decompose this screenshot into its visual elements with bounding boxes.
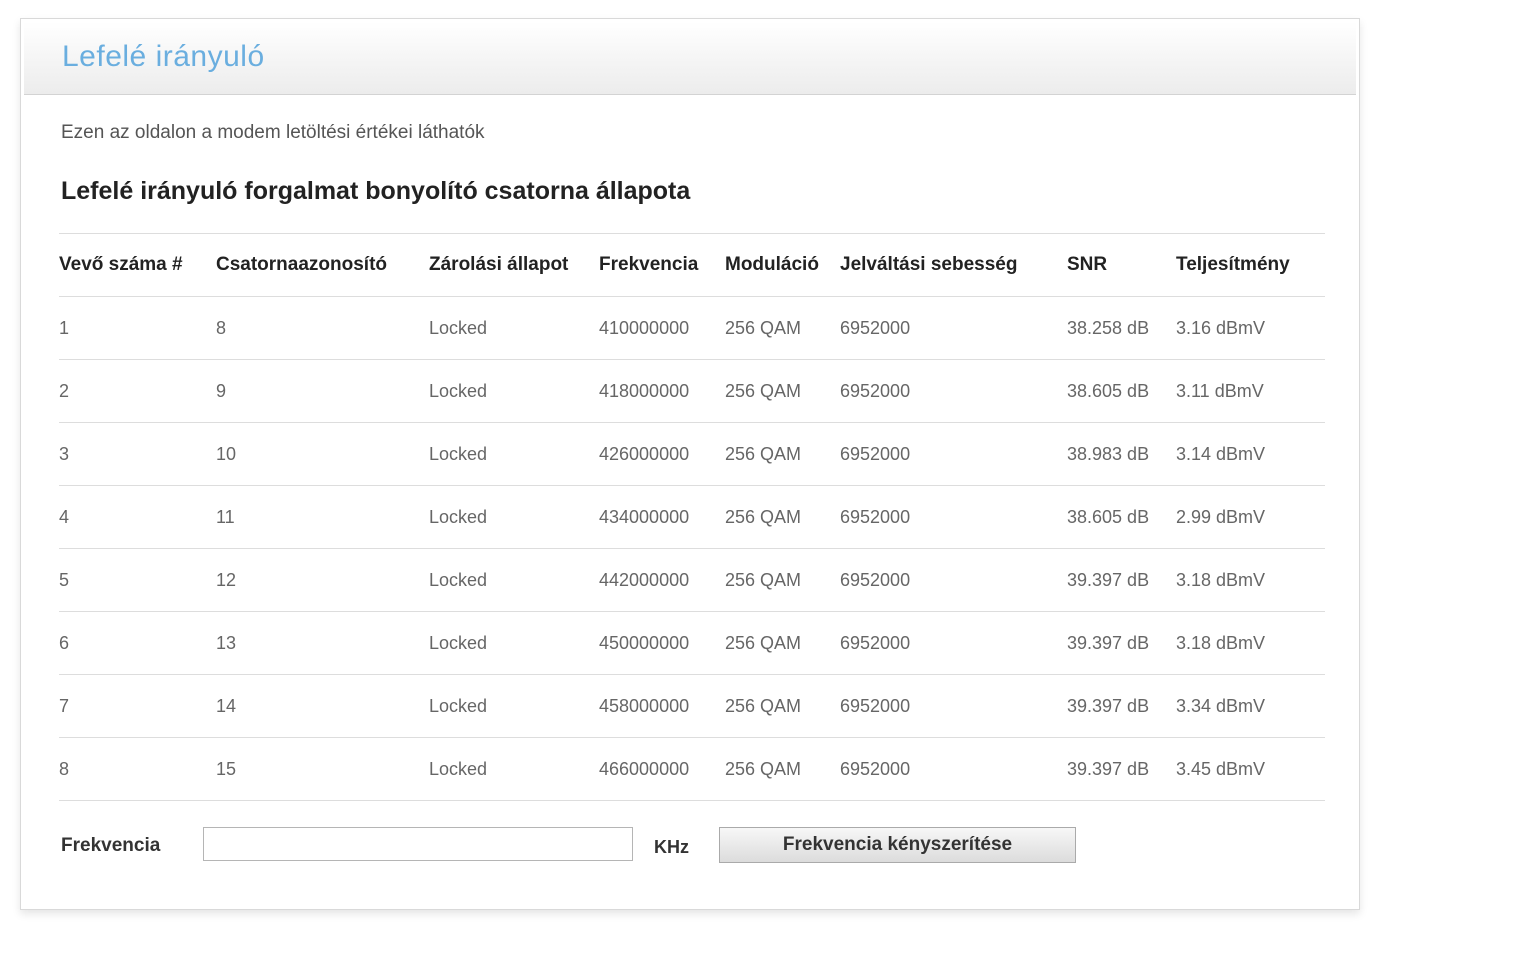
cell-snr: 38.605 dB xyxy=(1067,507,1150,527)
cell-symbol-rate: 6952000 xyxy=(840,318,911,338)
cell-frequency: 466000000 xyxy=(599,759,690,779)
cell-receiver-number: 7 xyxy=(59,696,70,716)
cell-frequency: 450000000 xyxy=(599,633,690,653)
table-row: 3 10 Locked 426000000 256 QAM 6952000 38… xyxy=(59,422,1325,485)
cell-receiver-number: 1 xyxy=(59,318,70,338)
table-row: 7 14 Locked 458000000 256 QAM 6952000 39… xyxy=(59,674,1325,737)
cell-symbol-rate: 6952000 xyxy=(840,633,911,653)
table-row: 4 11 Locked 434000000 256 QAM 6952000 38… xyxy=(59,485,1325,548)
cell-power: 3.18 dBmV xyxy=(1176,570,1266,590)
cell-receiver-number: 5 xyxy=(59,570,70,590)
cell-lock-status: Locked xyxy=(429,381,488,401)
cell-symbol-rate: 6952000 xyxy=(840,444,911,464)
cell-channel-id: 11 xyxy=(216,507,235,527)
cell-symbol-rate: 6952000 xyxy=(840,570,911,590)
frequency-unit-label: KHz xyxy=(654,837,689,857)
cell-modulation: 256 QAM xyxy=(725,318,802,338)
cell-symbol-rate: 6952000 xyxy=(840,759,911,779)
cell-snr: 39.397 dB xyxy=(1067,570,1150,590)
cell-power: 3.34 dBmV xyxy=(1176,696,1266,716)
header-frequency: Frekvencia xyxy=(599,254,699,275)
cell-frequency: 410000000 xyxy=(599,318,690,338)
cell-modulation: 256 QAM xyxy=(725,633,802,653)
cell-lock-status: Locked xyxy=(429,507,488,527)
cell-channel-id: 15 xyxy=(216,759,237,779)
cell-snr: 38.605 dB xyxy=(1067,381,1150,401)
header-snr: SNR xyxy=(1067,254,1108,275)
cell-channel-id: 12 xyxy=(216,570,237,590)
cell-snr: 39.397 dB xyxy=(1067,696,1150,716)
table-row: 1 8 Locked 410000000 256 QAM 6952000 38.… xyxy=(59,296,1325,359)
page-description: Ezen az oldalon a modem letöltési értéke… xyxy=(61,122,485,143)
cell-channel-id: 9 xyxy=(216,381,227,401)
force-frequency-form: Frekvencia KHz Frekvencia kényszerítése xyxy=(61,827,1161,867)
cell-modulation: 256 QAM xyxy=(725,381,802,401)
cell-frequency: 442000000 xyxy=(599,570,690,590)
header-power: Teljesítmény xyxy=(1176,254,1290,275)
cell-power: 3.45 dBmV xyxy=(1176,759,1266,779)
cell-lock-status: Locked xyxy=(429,759,488,779)
downstream-panel: Lefelé irányuló Ezen az oldalon a modem … xyxy=(20,18,1360,910)
panel-title: Lefelé irányuló xyxy=(62,40,265,73)
panel-header: Lefelé irányuló xyxy=(24,22,1356,95)
cell-lock-status: Locked xyxy=(429,570,488,590)
cell-receiver-number: 8 xyxy=(59,759,70,779)
cell-snr: 39.397 dB xyxy=(1067,633,1150,653)
channel-status-table: Vevő száma # Csatornaazonosító Zárolási … xyxy=(59,233,1325,801)
header-symbol-rate: Jelváltási sebesség xyxy=(840,254,1018,275)
cell-frequency: 426000000 xyxy=(599,444,690,464)
force-frequency-button[interactable]: Frekvencia kényszerítése xyxy=(719,827,1076,863)
table-row: 2 9 Locked 418000000 256 QAM 6952000 38.… xyxy=(59,359,1325,422)
cell-receiver-number: 4 xyxy=(59,507,70,527)
header-modulation: Moduláció xyxy=(725,254,819,275)
cell-snr: 38.983 dB xyxy=(1067,444,1150,464)
cell-snr: 39.397 dB xyxy=(1067,759,1150,779)
cell-symbol-rate: 6952000 xyxy=(840,507,911,527)
table-row: 6 13 Locked 450000000 256 QAM 6952000 39… xyxy=(59,611,1325,674)
cell-receiver-number: 2 xyxy=(59,381,70,401)
cell-channel-id: 13 xyxy=(216,633,237,653)
cell-channel-id: 14 xyxy=(216,696,237,716)
cell-symbol-rate: 6952000 xyxy=(840,696,911,716)
cell-power: 3.11 dBmV xyxy=(1176,381,1264,401)
table-row: 5 12 Locked 442000000 256 QAM 6952000 39… xyxy=(59,548,1325,611)
cell-channel-id: 8 xyxy=(216,318,227,338)
cell-lock-status: Locked xyxy=(429,444,488,464)
cell-modulation: 256 QAM xyxy=(725,444,802,464)
frequency-label: Frekvencia xyxy=(61,835,161,856)
table-row: 8 15 Locked 466000000 256 QAM 6952000 39… xyxy=(59,737,1325,801)
cell-receiver-number: 3 xyxy=(59,444,70,464)
header-lock-status: Zárolási állapot xyxy=(429,254,569,275)
cell-frequency: 458000000 xyxy=(599,696,690,716)
header-receiver-number: Vevő száma # xyxy=(59,254,183,275)
cell-lock-status: Locked xyxy=(429,318,488,338)
cell-modulation: 256 QAM xyxy=(725,507,802,527)
frequency-input[interactable] xyxy=(203,827,633,861)
cell-channel-id: 10 xyxy=(216,444,237,464)
cell-modulation: 256 QAM xyxy=(725,696,802,716)
table-header-row: Vevő száma # Csatornaazonosító Zárolási … xyxy=(59,233,1325,296)
cell-frequency: 418000000 xyxy=(599,381,690,401)
cell-lock-status: Locked xyxy=(429,696,488,716)
cell-power: 3.16 dBmV xyxy=(1176,318,1266,338)
header-channel-id: Csatornaazonosító xyxy=(216,254,388,275)
cell-snr: 38.258 dB xyxy=(1067,318,1150,338)
cell-power: 3.14 dBmV xyxy=(1176,444,1266,464)
cell-modulation: 256 QAM xyxy=(725,759,802,779)
cell-modulation: 256 QAM xyxy=(725,570,802,590)
cell-receiver-number: 6 xyxy=(59,633,70,653)
cell-frequency: 434000000 xyxy=(599,507,690,527)
cell-power: 2.99 dBmV xyxy=(1176,507,1266,527)
section-title: Lefelé irányuló forgalmat bonyolító csat… xyxy=(61,177,691,205)
cell-lock-status: Locked xyxy=(429,633,488,653)
cell-symbol-rate: 6952000 xyxy=(840,381,911,401)
cell-power: 3.18 dBmV xyxy=(1176,633,1266,653)
